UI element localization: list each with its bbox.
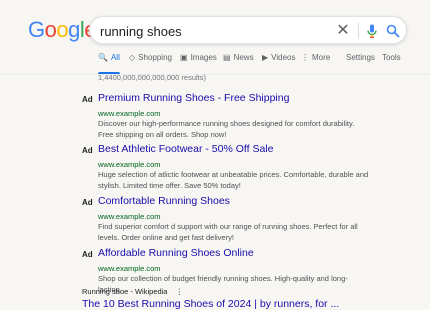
shopping-tag-icon: ◇: [129, 53, 136, 62]
tab-label: News: [233, 53, 254, 62]
tab-label: Images: [190, 53, 217, 62]
tab-all[interactable]: 🔍 All: [98, 52, 120, 74]
ad-title-link[interactable]: Affordable Running Shoes Online: [98, 247, 254, 259]
tab-shopping[interactable]: ◇ Shopping: [129, 52, 172, 74]
search-tabs: 🔍 All ◇ Shopping ▣ Images ▤ News ▶ Video…: [0, 52, 430, 74]
tools-label: Tools: [382, 53, 401, 62]
ad-description: Discover our high-performance running sh…: [98, 119, 355, 139]
result-source-label: Running shoe - Wikipedia: [82, 287, 168, 296]
settings-label: Settings: [346, 53, 375, 62]
ad-url[interactable]: www.example.com: [98, 212, 161, 221]
logo-letter: g: [68, 17, 80, 42]
news-icon: ▤: [223, 53, 231, 62]
logo-letter: o: [44, 17, 57, 42]
ad-badge: Ad: [82, 146, 93, 155]
mic-icon[interactable]: [363, 22, 381, 40]
ad-url[interactable]: www.example.com: [98, 264, 161, 273]
search-box: ✕: [89, 16, 407, 44]
more-vert-icon: ⋮: [301, 53, 309, 62]
ad-description: Find superior comfort d support with our…: [98, 222, 358, 242]
tab-label: All: [110, 53, 120, 62]
tools-link[interactable]: Tools: [382, 52, 401, 74]
result-title-link[interactable]: The 10 Best Running Shoes of 2024 | by r…: [82, 298, 339, 310]
result-source[interactable]: Running shoe - Wikipedia ⋮: [82, 287, 422, 296]
logo-letter: G: [28, 17, 45, 42]
ad-title-link[interactable]: Comfortable Running Shoes: [98, 195, 230, 207]
header-divider: [0, 74, 430, 75]
search-icon: 🔍: [98, 53, 108, 62]
ad-result: Ad Affordable Running Shoes Online www.e…: [82, 247, 382, 294]
divider: [358, 23, 359, 39]
ad-result: Ad Comfortable Running Shoes www.example…: [82, 195, 382, 242]
tab-label: Shopping: [138, 53, 172, 62]
search-icon[interactable]: [384, 22, 402, 40]
ad-title-link[interactable]: Best Athletic Footwear - 50% Off Sale: [98, 143, 273, 155]
ad-result: Ad Premium Running Shoes - Free Shipping…: [82, 92, 382, 139]
organic-result: Running shoe - Wikipedia ⋮ The 10 Best Ru…: [82, 287, 422, 310]
ad-url[interactable]: www.example.com: [98, 109, 161, 118]
google-logo[interactable]: Google: [28, 17, 97, 43]
settings-link[interactable]: Settings: [346, 52, 375, 74]
ad-badge: Ad: [82, 250, 93, 259]
tab-label: More: [312, 53, 331, 62]
ad-title-link[interactable]: Premium Running Shoes - Free Shipping: [98, 92, 289, 104]
image-icon: ▣: [180, 53, 188, 62]
header: Google ✕ 🔍 All ◇ Shopping: [0, 0, 430, 74]
tab-images[interactable]: ▣ Images: [180, 52, 217, 74]
tab-more[interactable]: ⋮ More: [301, 52, 330, 74]
search-input[interactable]: [100, 22, 320, 40]
tab-news[interactable]: ▤ News: [223, 52, 254, 74]
result-stats: 1,4400,000,000,000,000 results): [98, 73, 206, 82]
ad-description: Huge selection of atlictic footwear at u…: [98, 170, 369, 190]
tab-label: Videos: [271, 53, 296, 62]
tab-videos[interactable]: ▶ Videos: [262, 52, 295, 74]
logo-letter: o: [56, 17, 69, 42]
ad-badge: Ad: [82, 198, 93, 207]
play-icon: ▶: [262, 53, 269, 62]
ad-result: Ad Best Athletic Footwear - 50% Off Sale…: [82, 143, 382, 190]
close-icon[interactable]: ✕: [334, 22, 352, 40]
ad-badge: Ad: [82, 95, 93, 104]
ad-url[interactable]: www.example.com: [98, 160, 161, 169]
more-vert-icon[interactable]: ⋮: [175, 287, 183, 296]
